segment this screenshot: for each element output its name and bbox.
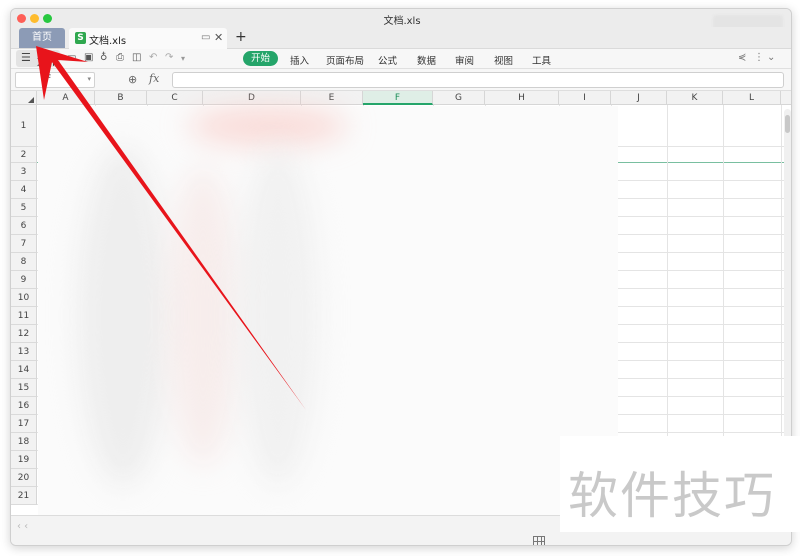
spreadsheet-icon: S <box>75 32 86 44</box>
column-header-k[interactable]: K <box>667 91 723 105</box>
open-folder-icon[interactable]: ▭ <box>67 52 76 63</box>
window-title: 文档.xls <box>383 16 421 27</box>
row-header-19[interactable]: 19 <box>11 451 37 469</box>
ribbon-tab-data[interactable]: 数据 <box>417 53 436 67</box>
ribbon-tab-formulas[interactable]: 公式 <box>378 53 397 67</box>
ribbon-tab-home[interactable]: 开始 <box>243 51 279 66</box>
row-header-4[interactable]: 4 <box>11 181 37 199</box>
row-header-1[interactable]: 1 <box>11 105 37 147</box>
row-header-14[interactable]: 14 <box>11 361 37 379</box>
row-header-21[interactable]: 21 <box>11 487 37 505</box>
row-header-6[interactable]: 6 <box>11 217 37 235</box>
undo-icon[interactable]: ↶ <box>149 52 157 63</box>
ribbon-tab-view[interactable]: 视图 <box>494 53 513 67</box>
sheet-nav-icon[interactable]: ‹ ‹ <box>17 521 28 532</box>
row-header-13[interactable]: 13 <box>11 343 37 361</box>
print-icon[interactable]: ⎙ <box>116 52 124 63</box>
select-all-corner[interactable] <box>11 91 37 105</box>
column-header-i[interactable]: I <box>559 91 611 105</box>
file-menu-label: 文件 <box>37 57 57 68</box>
more-icon[interactable]: ⋮ <box>754 52 764 63</box>
blurred-content <box>38 106 618 515</box>
row-header-8[interactable]: 8 <box>11 253 37 271</box>
tab-document[interactable]: S 文档.xls ▭ ✕ <box>69 28 227 49</box>
column-header-j[interactable]: J <box>611 91 667 105</box>
ribbon-tab-page-layout[interactable]: 页面布局 <box>326 53 364 67</box>
row-header-9[interactable]: 9 <box>11 271 37 289</box>
redo-icon[interactable]: ↷ <box>165 52 173 63</box>
format-painter-icon[interactable]: ♁ <box>100 52 107 63</box>
window-mode-icon[interactable]: ▭ <box>201 32 210 43</box>
column-header-e[interactable]: E <box>301 91 363 105</box>
row-header-15[interactable]: 15 <box>11 379 37 397</box>
column-header-l[interactable]: L <box>723 91 781 105</box>
row-header-2[interactable]: 2 <box>11 147 37 163</box>
row-header-16[interactable]: 16 <box>11 397 37 415</box>
row-header-17[interactable]: 17 <box>11 415 37 433</box>
collapse-ribbon-icon[interactable]: ⌄ <box>767 52 775 63</box>
file-menu-button[interactable]: ☰ 文件 <box>16 50 60 68</box>
column-header-d[interactable]: D <box>203 91 301 105</box>
scrollbar-thumb[interactable] <box>785 115 790 133</box>
print-preview-icon[interactable]: ◫ <box>132 52 141 63</box>
ribbon-tab-tools[interactable]: 工具 <box>532 53 551 67</box>
normal-view-icon[interactable] <box>533 536 545 545</box>
formula-input[interactable] <box>172 72 784 88</box>
name-box[interactable]: F ▾ <box>15 72 95 88</box>
row-header-10[interactable]: 10 <box>11 289 37 307</box>
row-header-12[interactable]: 12 <box>11 325 37 343</box>
ribbon-toolbar: ☰ 文件 ▭ ▣ ♁ ⎙ ◫ ↶ ↷ ▾ 开始 插入 页面布局 公式 数据 审阅… <box>11 49 791 69</box>
name-box-value: F <box>46 74 52 84</box>
row-header-3[interactable]: 3 <box>11 163 37 181</box>
row-header-18[interactable]: 18 <box>11 433 37 451</box>
watermark: 软件技巧 <box>560 436 800 532</box>
close-tab-icon[interactable]: ✕ <box>214 31 223 44</box>
tab-home[interactable]: 首页 <box>19 28 65 48</box>
ribbon-tab-review[interactable]: 审阅 <box>455 53 474 67</box>
customize-toolbar-icon[interactable]: ▾ <box>181 54 185 63</box>
row-header-7[interactable]: 7 <box>11 235 37 253</box>
row-header-20[interactable]: 20 <box>11 469 37 487</box>
column-header-c[interactable]: C <box>147 91 203 105</box>
function-icon[interactable]: fx <box>149 72 159 85</box>
ribbon-tab-insert[interactable]: 插入 <box>290 53 309 67</box>
chevron-down-icon[interactable]: ▾ <box>87 75 91 83</box>
save-icon[interactable]: ▣ <box>84 52 93 63</box>
column-header-f[interactable]: F <box>363 91 433 105</box>
new-tab-button[interactable]: + <box>235 29 247 45</box>
zoom-icon[interactable]: ⊕ <box>128 73 137 86</box>
row-header-5[interactable]: 5 <box>11 199 37 217</box>
title-bar: 文档.xls <box>11 9 791 47</box>
tab-document-label: 文档.xls <box>89 36 127 47</box>
column-header-bar: A B C D E F G H I J K L <box>11 91 791 105</box>
row-header-11[interactable]: 11 <box>11 307 37 325</box>
watermark-text: 软件技巧 <box>568 467 776 525</box>
menu-icon: ☰ <box>21 51 31 64</box>
tab-bar: 首页 S 文档.xls ▭ ✕ + <box>11 27 791 49</box>
column-header-a[interactable]: A <box>37 91 95 105</box>
formula-bar: F ▾ ⊕ fx <box>11 69 791 91</box>
column-header-b[interactable]: B <box>95 91 147 105</box>
column-header-h[interactable]: H <box>485 91 559 105</box>
share-icon[interactable]: ⋞ <box>738 52 746 63</box>
column-header-g[interactable]: G <box>433 91 485 105</box>
